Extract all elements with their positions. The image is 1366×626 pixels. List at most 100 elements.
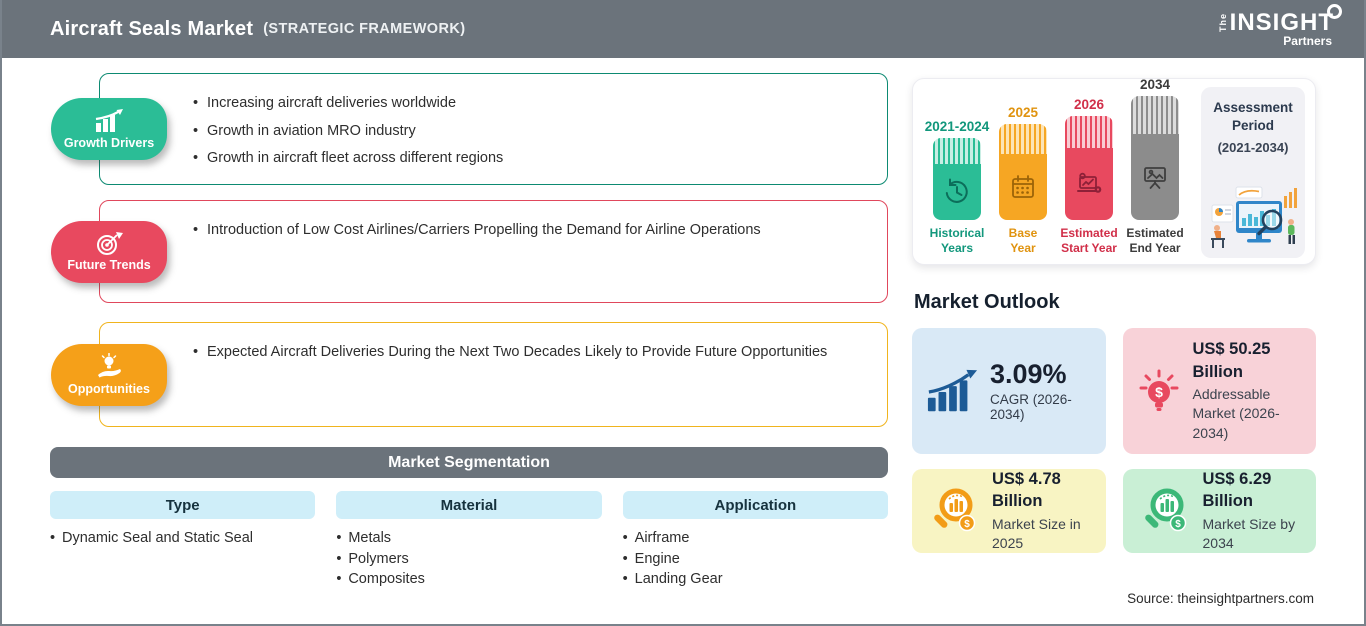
cagr-label: CAGR (2026-2034) [990, 392, 1072, 423]
year-label: 2021-2024 [924, 119, 990, 134]
addressable-label: Addressable Market (2026-2034) [1192, 385, 1280, 442]
column-header-application: Application [622, 491, 888, 519]
market-segmentation-title: Market Segmentation [388, 453, 550, 471]
list-item: Polymers [336, 549, 601, 570]
svg-text:$: $ [964, 519, 970, 530]
bar-stripes [1065, 116, 1113, 148]
list-item: Dynamic Seal and Static Seal [50, 528, 315, 549]
bullet-item: Growth in aviation MRO industry [193, 118, 867, 146]
segmentation-column-type: Type Dynamic Seal and Static Seal [50, 491, 316, 590]
svg-text:$: $ [1155, 384, 1163, 400]
year-label: 2025 [1007, 105, 1039, 120]
timeline-bars: 2021-2024 Historical Years 2025 Base Yea… [923, 77, 1189, 258]
cagr-text: 3.09% CAGR (2026-2034) [990, 358, 1092, 423]
lightbulb-dollar-icon: $ [1137, 365, 1181, 417]
addressable-value: US$ 50.25 Billion [1192, 340, 1271, 381]
list-item: Landing Gear [623, 569, 888, 590]
brand-logo: The INSIGHT Partners [1217, 3, 1342, 48]
list-item: Airframe [623, 528, 888, 549]
application-items: Airframe Engine Landing Gear [623, 528, 888, 590]
material-items: Metals Polymers Composites [336, 528, 601, 590]
growth-chart-arrow-icon [926, 368, 978, 414]
svg-text:$: $ [1175, 519, 1181, 530]
size-2025-text: US$ 4.78 Billion Market Size in 2025 [992, 468, 1092, 554]
target-icon [97, 232, 123, 255]
opportunities-pill: Opportunities [51, 343, 167, 406]
bar-body [1065, 148, 1113, 220]
market-outlook-title: Market Outlook [914, 291, 1060, 313]
assessment-timeline-card: 2021-2024 Historical Years 2025 Base Yea… [912, 77, 1316, 265]
content-area: Growth Drivers Increasing aircraft deliv… [2, 58, 1364, 624]
column-header-material: Material [336, 491, 602, 519]
left-column: Growth Drivers Increasing aircraft deliv… [50, 73, 888, 624]
segmentation-column-material: Material Metals Polymers Composites [336, 491, 602, 590]
magnifier-bar-chart-icon: $ [1137, 486, 1191, 536]
logo-the-text: The [1217, 12, 1228, 32]
timeline-bar-historical: 2021-2024 Historical Years [925, 119, 990, 256]
bar-caption: Historical Years [929, 226, 985, 255]
list-item: Composites [336, 569, 601, 590]
size-2034-label: Market Size by 2034 [1202, 515, 1296, 552]
growth-drivers-label: Growth Drivers [63, 135, 155, 150]
timeline-bar-end: 2034 Estimated End Year [1126, 77, 1183, 256]
bar-historical [933, 138, 981, 220]
year-label: 2034 [1139, 77, 1171, 92]
future-trends-list: Introduction of Low Cost Airlines/Carrie… [193, 217, 867, 245]
logo-partners-text: Partners [1283, 33, 1332, 48]
page-title: Aircraft Seals Market [50, 17, 254, 40]
future-trends-pill: Future Trends [51, 220, 167, 283]
history-clock-icon [945, 178, 968, 203]
cagr-card: 3.09% CAGR (2026-2034) [912, 328, 1106, 454]
size-2034-text: US$ 6.29 Billion Market Size by 2034 [1203, 468, 1303, 554]
list-item: Engine [623, 549, 888, 570]
header: Aircraft Seals Market (STRATEGIC FRAMEWO… [2, 0, 1364, 58]
bar-stripes [933, 138, 981, 164]
type-items: Dynamic Seal and Static Seal [50, 528, 315, 549]
bar-start [1065, 116, 1113, 220]
bar-caption: Base Year [1008, 226, 1038, 255]
assessment-period-range: (2021-2034) [1217, 140, 1289, 156]
growth-drivers-list: Increasing aircraft deliveries worldwide… [193, 90, 867, 173]
bar-body [1131, 134, 1179, 220]
outlook-cards: 3.09% CAGR (2026-2034) $ US$ 50.25 Billi… [912, 328, 1316, 553]
bullet-item: Growth in aircraft fleet across differen… [193, 145, 867, 173]
addressable-text: US$ 50.25 Billion Addressable Market (20… [1193, 338, 1303, 443]
brand-logo-main: The INSIGHT [1217, 3, 1342, 36]
right-column: 2021-2024 Historical Years 2025 Base Yea… [912, 73, 1316, 624]
bar-body [999, 154, 1047, 220]
page-subtitle: (STRATEGIC FRAMEWORK) [263, 21, 466, 37]
future-trends-label: Future Trends [67, 258, 151, 272]
addressable-market-card: $ US$ 50.25 Billion Addressable Market (… [1122, 328, 1316, 454]
analytics-illustration [1211, 186, 1297, 248]
bullet-item: Expected Aircraft Deliveries During the … [193, 339, 867, 367]
timeline-bar-base: 2025 Base Year [998, 105, 1048, 256]
list-item: Metals [336, 528, 601, 549]
market-size-2034-card: $ US$ 6.29 Billion Market Size by 2034 [1122, 468, 1316, 554]
assessment-period-title: Assessment Period [1213, 100, 1293, 133]
presentation-screen-icon [1144, 167, 1166, 189]
magnifier-bar-chart-icon: $ [926, 486, 980, 536]
market-segmentation-header: Market Segmentation [50, 447, 888, 478]
segmentation-columns: Type Dynamic Seal and Static Seal Materi… [50, 491, 888, 590]
bar-caption: Estimated Start Year [1060, 226, 1118, 255]
size-2025-label: Market Size in 2025 [992, 515, 1081, 552]
bar-stripes [999, 124, 1047, 154]
opportunities-label: Opportunities [68, 382, 150, 396]
timeline-bar-start: 2026 Estimated Start Year [1060, 97, 1117, 256]
bar-caption: Estimated End Year [1126, 226, 1184, 255]
cagr-value: 3.09% [990, 358, 1067, 389]
size-2034-value: US$ 6.29 Billion [1202, 470, 1272, 511]
bar-base [999, 124, 1047, 220]
calendar-icon [1012, 175, 1034, 198]
assessment-period-panel: Assessment Period (2021-2034) [1201, 87, 1305, 258]
bullet-item: Increasing aircraft deliveries worldwide [193, 90, 867, 118]
bar-end [1131, 96, 1179, 220]
infographic-page: Aircraft Seals Market (STRATEGIC FRAMEWO… [0, 0, 1366, 626]
market-size-2025-card: $ US$ 4.78 Billion Market Size in 2025 [912, 469, 1106, 553]
logo-insight-text: INSIGHT [1229, 8, 1334, 36]
source-attribution: Source: theinsightpartners.com [1127, 591, 1314, 606]
bullet-item: Introduction of Low Cost Airlines/Carrie… [193, 217, 867, 245]
opportunities-list: Expected Aircraft Deliveries During the … [193, 339, 867, 367]
bar-body [933, 164, 981, 220]
segmentation-column-application: Application Airframe Engine Landing Gear [622, 491, 888, 590]
